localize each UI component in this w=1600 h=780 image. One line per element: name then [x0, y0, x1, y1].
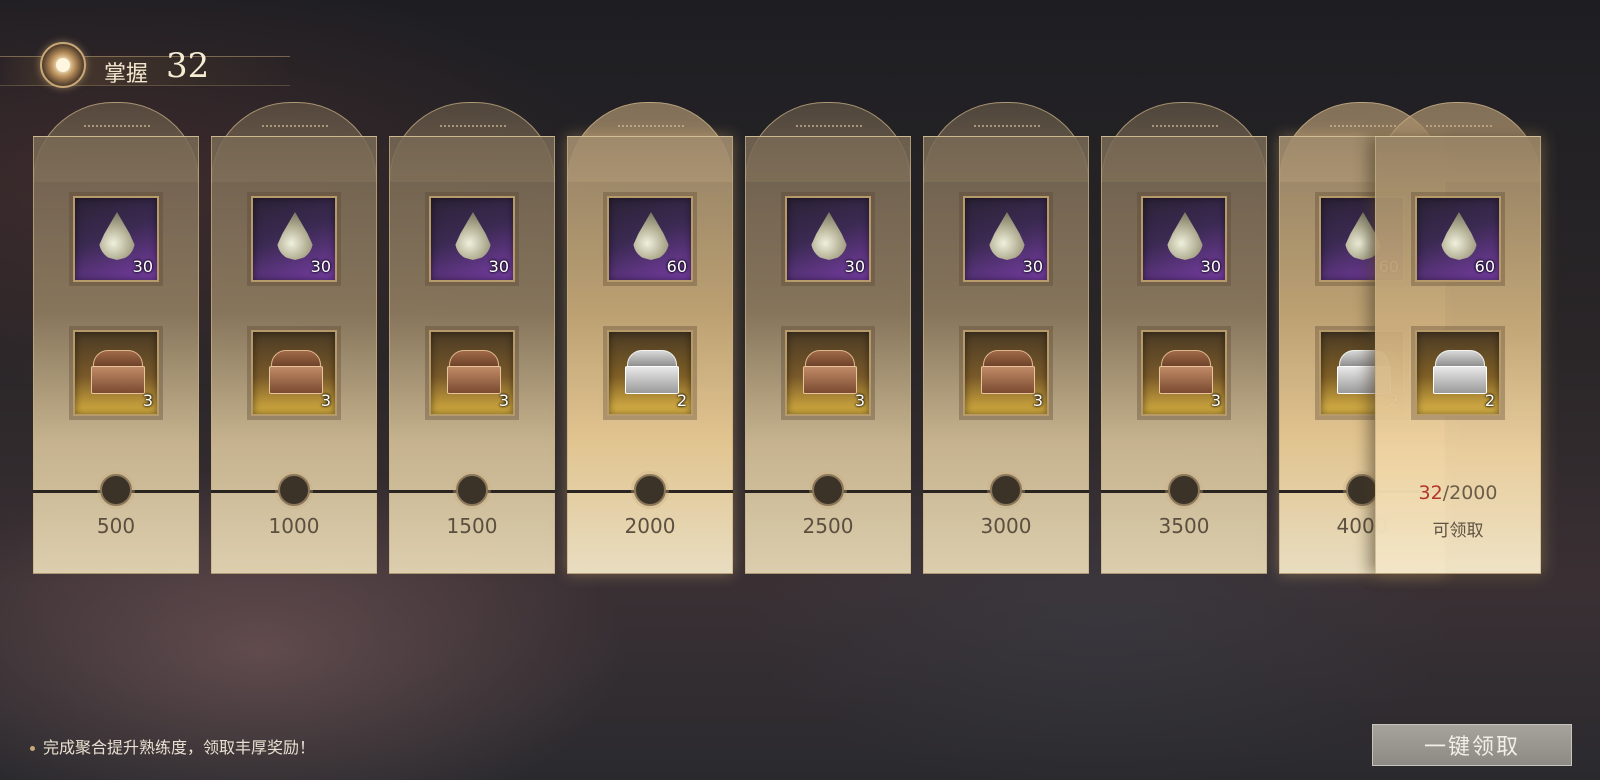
arch-ornament — [1426, 125, 1492, 131]
reward-item-chest[interactable]: 3 — [429, 330, 515, 416]
milestone-value: 3500 — [1158, 514, 1210, 538]
mastery-header: 掌握 32 — [0, 38, 300, 98]
chest-quantity: 3 — [320, 391, 331, 410]
treasure-chest-icon — [89, 350, 147, 396]
milestone-node-icon — [100, 474, 132, 506]
arch-ornament — [440, 125, 506, 131]
bullet-icon — [30, 746, 35, 751]
milestone-value: 1500 — [446, 514, 498, 538]
reward-item-drop[interactable]: 30 — [785, 196, 871, 282]
progress-target: 2000 — [1449, 482, 1498, 504]
reward-item-chest[interactable]: 3 — [251, 330, 337, 416]
drop-quantity: 60 — [1474, 257, 1495, 276]
chest-quantity: 3 — [1032, 391, 1043, 410]
reward-card[interactable]: 30 3 1500 — [389, 92, 555, 574]
reward-card[interactable]: 30 3 2500 — [745, 92, 911, 574]
progress-current: 32 — [1418, 482, 1443, 504]
reward-card[interactable]: 30 3 3000 — [923, 92, 1089, 574]
chest-base — [269, 366, 323, 394]
chest-base — [625, 366, 679, 394]
chest-base — [803, 366, 857, 394]
chest-quantity: 3 — [498, 391, 509, 410]
current-progress-card[interactable]: 60 2 32/2000 可领取 — [1375, 92, 1541, 574]
arch-ornament — [84, 125, 150, 131]
reward-item-drop[interactable]: 30 — [251, 196, 337, 282]
reward-item-chest[interactable]: 2 — [607, 330, 693, 416]
mastery-label: 掌握 — [104, 62, 149, 87]
chest-base — [91, 366, 145, 394]
milestone-node-icon — [990, 474, 1022, 506]
reward-item-drop[interactable]: 30 — [429, 196, 515, 282]
treasure-chest-icon — [1157, 350, 1215, 396]
hint-text: 完成聚合提升熟练度，领取丰厚奖励！ — [30, 734, 315, 758]
essence-drop-icon — [633, 212, 669, 260]
reward-item-chest[interactable]: 3 — [785, 330, 871, 416]
reward-item-chest[interactable]: 2 — [1415, 330, 1501, 416]
essence-drop-icon — [1167, 212, 1203, 260]
milestone-node-icon — [1168, 474, 1200, 506]
chest-quantity: 2 — [1484, 391, 1495, 410]
chest-quantity: 2 — [676, 391, 687, 410]
drop-quantity: 30 — [1022, 257, 1043, 276]
drop-quantity: 30 — [1200, 257, 1221, 276]
treasure-chest-icon — [445, 350, 503, 396]
chest-base — [447, 366, 501, 394]
milestone-value: 500 — [96, 514, 136, 538]
arch-ornament — [1152, 125, 1218, 131]
essence-drop-icon — [989, 212, 1025, 260]
arch-ornament — [262, 125, 328, 131]
chest-quantity: 3 — [854, 391, 865, 410]
reward-card[interactable]: 30 3 3500 — [1101, 92, 1267, 574]
reward-card[interactable]: 60 2 2000 — [567, 92, 733, 574]
drop-quantity: 60 — [666, 257, 687, 276]
milestone-value: 2500 — [802, 514, 854, 538]
milestone-node-icon — [634, 474, 666, 506]
treasure-chest-icon — [267, 350, 325, 396]
chest-quantity: 3 — [142, 391, 153, 410]
drop-quantity: 30 — [132, 257, 153, 276]
essence-drop-icon — [277, 212, 313, 260]
reward-item-drop[interactable]: 30 — [1141, 196, 1227, 282]
essence-drop-icon — [99, 212, 135, 260]
milestone-node-icon — [812, 474, 844, 506]
claimable-status: 可领取 — [1432, 521, 1484, 541]
chest-base — [1433, 366, 1487, 394]
essence-drop-icon — [1441, 212, 1477, 260]
essence-drop-icon — [455, 212, 491, 260]
reward-item-drop[interactable]: 60 — [1415, 196, 1501, 282]
arch-ornament — [796, 125, 862, 131]
chest-base — [981, 366, 1035, 394]
reward-item-chest[interactable]: 3 — [1141, 330, 1227, 416]
treasure-chest-icon — [623, 350, 681, 396]
milestone-node-icon — [1346, 474, 1378, 506]
essence-drop-icon — [811, 212, 847, 260]
milestone-value: 1000 — [268, 514, 320, 538]
mastery-emblem-icon — [40, 42, 86, 88]
reward-card[interactable]: 30 3 1000 — [211, 92, 377, 574]
treasure-chest-icon — [979, 350, 1037, 396]
reward-card[interactable]: 30 3 500 — [33, 92, 199, 574]
reward-item-chest[interactable]: 3 — [963, 330, 1049, 416]
milestone-value: 3000 — [980, 514, 1032, 538]
drop-quantity: 30 — [488, 257, 509, 276]
milestone-node-icon — [456, 474, 488, 506]
treasure-chest-icon — [801, 350, 859, 396]
arch-ornament — [974, 125, 1040, 131]
reward-item-drop[interactable]: 60 — [607, 196, 693, 282]
treasure-chest-icon — [1431, 350, 1489, 396]
chest-quantity: 3 — [1210, 391, 1221, 410]
arch-ornament — [618, 125, 684, 131]
mastery-value: 32 — [166, 46, 210, 86]
reward-item-drop[interactable]: 30 — [73, 196, 159, 282]
reward-item-chest[interactable]: 3 — [73, 330, 159, 416]
drop-quantity: 30 — [310, 257, 331, 276]
milestone-value: 2000 — [624, 514, 676, 538]
hint-label: 完成聚合提升熟练度，领取丰厚奖励！ — [43, 738, 316, 757]
claim-all-button[interactable]: 一键领取 — [1372, 724, 1572, 766]
progress-counter: 32/2000 — [1375, 482, 1541, 504]
drop-quantity: 30 — [844, 257, 865, 276]
milestone-node-icon — [278, 474, 310, 506]
chest-base — [1159, 366, 1213, 394]
reward-item-drop[interactable]: 30 — [963, 196, 1049, 282]
